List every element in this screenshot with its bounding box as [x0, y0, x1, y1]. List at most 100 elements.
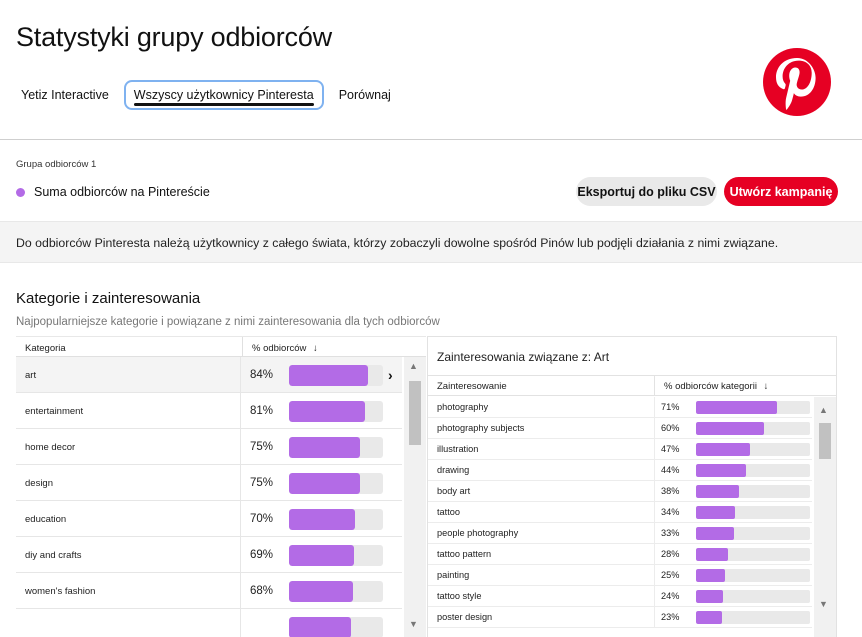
interest-bar-fill: [696, 485, 740, 498]
page-title: Statystyki grupy odbiorców: [16, 22, 332, 52]
interest-bar-fill: [696, 590, 724, 603]
interest-percent: 24%: [661, 591, 680, 601]
interest-bar-fill: [696, 548, 728, 561]
tab-all-pinterest-users[interactable]: Wszyscy użytkownicy Pinteresta: [123, 80, 324, 110]
header-divider: [0, 139, 862, 140]
audience-group-name: Suma odbiorców na Pintereście: [16, 185, 210, 199]
interest-percent: 23%: [661, 612, 680, 622]
interest-row[interactable]: tattoo style 24%: [428, 586, 812, 607]
column-header-category-percent-label: % odbiorców kategorii: [664, 381, 757, 392]
interest-row[interactable]: people photography 33%: [428, 523, 812, 544]
category-row[interactable]: education 70%: [16, 501, 402, 537]
interest-percent: 71%: [661, 402, 680, 412]
interest-name: tattoo style: [437, 591, 482, 601]
interests-panel: Zainteresowania związane z: Art Zaintere…: [427, 336, 837, 637]
category-bar-track: [289, 581, 383, 602]
category-bar-fill: [289, 401, 366, 422]
interests-scroll-thumb[interactable]: [819, 423, 831, 459]
interest-bar-track: [696, 401, 810, 414]
column-header-category-percent[interactable]: % odbiorców kategorii ↓: [664, 381, 768, 392]
interest-bar-fill: [696, 611, 723, 624]
interest-bar-track: [696, 422, 810, 435]
interest-percent: 33%: [661, 528, 680, 538]
interest-name: people photography: [437, 528, 519, 538]
chevron-right-icon[interactable]: ›: [388, 367, 393, 383]
info-banner: Do odbiorców Pinteresta należą użytkowni…: [0, 221, 862, 263]
category-percent: 84%: [250, 369, 274, 381]
interest-bar-track: [696, 464, 810, 477]
categories-section-title: Kategorie i zainteresowania: [16, 290, 201, 307]
category-bar-track: [289, 365, 383, 386]
interest-bar-track: [696, 443, 810, 456]
category-bar-fill: [289, 365, 368, 386]
interest-bar-track: [696, 569, 810, 582]
info-banner-text: Do odbiorców Pinteresta należą użytkowni…: [16, 236, 779, 250]
tab-yetiz-interactive[interactable]: Yetiz Interactive: [12, 80, 118, 110]
column-header-audience-percent[interactable]: % odbiorców ↓: [252, 343, 318, 354]
interests-panel-title: Zainteresowania związane z: Art: [437, 350, 610, 364]
category-name: diy and crafts: [25, 550, 82, 561]
category-row[interactable]: women's fashion 68%: [16, 573, 402, 609]
category-bar-fill: [289, 437, 360, 458]
category-bar-fill: [289, 509, 355, 530]
category-row[interactable]: art 84% ›: [16, 357, 402, 393]
interest-bar-fill: [696, 443, 750, 456]
interest-row[interactable]: illustration 47%: [428, 439, 812, 460]
interest-percent: 38%: [661, 486, 680, 496]
interest-percent: 28%: [661, 549, 680, 559]
categories-section-subtitle: Najpopularniejsze kategorie i powiązane …: [16, 316, 440, 328]
scroll-down-arrow-icon[interactable]: ▼: [819, 599, 828, 609]
category-row[interactable]: home decor 75%: [16, 429, 402, 465]
interest-bar-fill: [696, 401, 777, 414]
interest-percent: 60%: [661, 423, 680, 433]
categories-scroll-thumb[interactable]: [409, 381, 421, 445]
category-bar-track: [289, 437, 383, 458]
column-header-category[interactable]: Kategoria: [25, 343, 66, 354]
audience-color-dot: [16, 187, 25, 197]
categories-table-header: Kategoria % odbiorców ↓: [16, 336, 426, 357]
tab-compare[interactable]: Porównaj: [330, 80, 400, 110]
category-percent: 68%: [250, 585, 274, 597]
column-header-interest[interactable]: Zainteresowanie: [437, 381, 507, 392]
category-bar-track: [289, 617, 383, 637]
interest-row[interactable]: drawing 44%: [428, 460, 812, 481]
interest-row[interactable]: photography 71%: [428, 397, 812, 418]
category-bar-track: [289, 509, 383, 530]
interest-name: painting: [437, 570, 470, 580]
category-row[interactable]: entertainment 81%: [16, 393, 402, 429]
category-percent: 75%: [250, 441, 274, 453]
categories-table: Kategoria % odbiorców ↓ art 84% › entertain…: [16, 336, 426, 637]
interest-row[interactable]: photography subjects 60%: [428, 418, 812, 439]
interest-name: body art: [437, 486, 471, 496]
category-row[interactable]: [16, 609, 402, 637]
category-name: entertainment: [25, 406, 84, 417]
category-row[interactable]: design 75%: [16, 465, 402, 501]
interests-scrollbar[interactable]: ▲ ▼: [814, 397, 836, 637]
interest-bar-track: [696, 548, 810, 561]
audience-group-name-text: Suma odbiorców na Pintereście: [34, 185, 210, 199]
scroll-up-arrow-icon[interactable]: ▲: [409, 361, 418, 371]
interest-row[interactable]: tattoo 34%: [428, 502, 812, 523]
interest-bar-track: [696, 506, 810, 519]
export-csv-button[interactable]: Eksportuj do pliku CSV: [576, 177, 717, 206]
categories-scrollbar[interactable]: ▲ ▼: [404, 357, 426, 637]
scroll-up-arrow-icon[interactable]: ▲: [819, 405, 828, 415]
interest-name: poster design: [437, 612, 493, 622]
interest-row[interactable]: body art 38%: [428, 481, 812, 502]
category-bar-fill: [289, 545, 354, 566]
interest-row[interactable]: tattoo pattern 28%: [428, 544, 812, 565]
interest-row[interactable]: painting 25%: [428, 565, 812, 586]
category-row[interactable]: diy and crafts 69%: [16, 537, 402, 573]
arrow-down-icon: ↓: [313, 343, 318, 354]
interest-bar-fill: [696, 422, 765, 435]
scroll-down-arrow-icon[interactable]: ▼: [409, 619, 418, 629]
pinterest-logo-icon: [763, 48, 831, 116]
audience-tabs: Yetiz Interactive Wszyscy użytkownicy Pi…: [12, 80, 406, 110]
interest-row[interactable]: poster design 23%: [428, 607, 812, 628]
category-percent: 81%: [250, 405, 274, 417]
interest-bar-track: [696, 485, 810, 498]
create-campaign-button[interactable]: Utwórz kampanię: [724, 177, 838, 206]
category-percent: 75%: [250, 477, 274, 489]
column-header-audience-percent-label: % odbiorców: [252, 343, 307, 354]
interests-table-header: Zainteresowanie % odbiorców kategorii ↓: [428, 375, 836, 396]
